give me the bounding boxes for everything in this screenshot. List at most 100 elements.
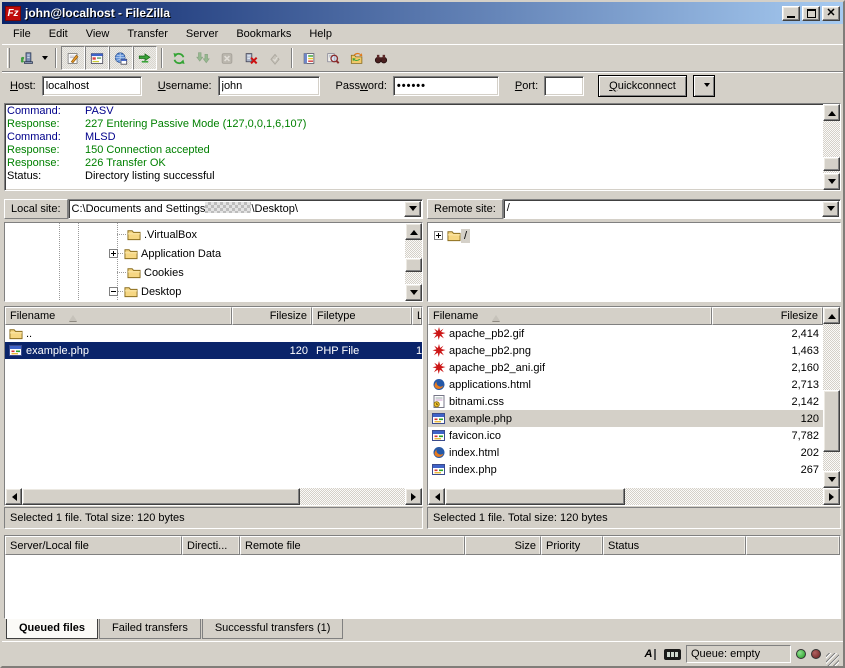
- menu-bookmarks[interactable]: Bookmarks: [227, 26, 300, 42]
- scrollbar-left-button[interactable]: [5, 488, 22, 505]
- tree-item-application-data[interactable]: Application Data: [109, 244, 224, 263]
- directory-comparison-button[interactable]: [321, 46, 345, 70]
- site-manager-button[interactable]: [14, 46, 38, 70]
- file-row[interactable]: bitnami.css 2,142: [428, 393, 823, 410]
- filezilla-window: Fz john@localhost - FileZilla ✕ File Edi…: [0, 0, 845, 668]
- menu-file[interactable]: File: [4, 26, 40, 42]
- expand-plus-icon[interactable]: [109, 249, 118, 258]
- directory-listing-filters-button[interactable]: [297, 46, 321, 70]
- scrollbar-track[interactable]: [445, 488, 823, 505]
- tree-item-virtualbox[interactable]: .VirtualBox: [117, 225, 200, 244]
- column-header-server-local-file[interactable]: Server/Local file: [5, 536, 182, 555]
- scrollbar-up-button[interactable]: [405, 223, 422, 240]
- scrollbar-thumb[interactable]: [445, 488, 625, 505]
- scrollbar-right-button[interactable]: [823, 488, 840, 505]
- toggle-local-tree-button[interactable]: [85, 46, 109, 70]
- column-header-filename[interactable]: Filename: [428, 307, 712, 325]
- tab-successful-transfers[interactable]: Successful transfers (1): [202, 619, 344, 639]
- toggle-message-log-button[interactable]: [61, 46, 85, 70]
- scrollbar-up-button[interactable]: [823, 307, 840, 324]
- tree-item-desktop[interactable]: Desktop: [109, 282, 184, 301]
- collapse-minus-icon[interactable]: [109, 287, 118, 296]
- file-row-updir[interactable]: ..: [5, 325, 422, 342]
- scrollbar-thumb[interactable]: [405, 258, 422, 272]
- toggle-remote-tree-button[interactable]: [109, 46, 133, 70]
- resize-grip[interactable]: [826, 653, 839, 666]
- quickconnect-button[interactable]: Quickconnect: [598, 75, 687, 97]
- reconnect-button[interactable]: [263, 46, 287, 70]
- scrollbar-track[interactable]: [823, 324, 840, 471]
- local-horizontal-scrollbar[interactable]: [5, 488, 422, 505]
- column-header-priority[interactable]: Priority: [541, 536, 603, 555]
- file-row-example-php[interactable]: example.php 120: [428, 410, 823, 427]
- remote-site-combobox[interactable]: /: [503, 199, 841, 219]
- tab-failed-transfers[interactable]: Failed transfers: [99, 619, 201, 639]
- column-header-lastmodified[interactable]: L: [412, 307, 422, 325]
- column-header-filetype[interactable]: Filetype: [312, 307, 412, 325]
- scrollbar-track[interactable]: [22, 488, 405, 505]
- scrollbar-down-button[interactable]: [405, 284, 422, 301]
- quickconnect-dropdown[interactable]: [693, 75, 715, 97]
- scrollbar-track[interactable]: [823, 121, 840, 173]
- column-header-status[interactable]: Status: [603, 536, 746, 555]
- password-input[interactable]: [393, 76, 499, 96]
- tab-queued-files[interactable]: Queued files: [6, 619, 98, 639]
- local-tree-scrollbar[interactable]: [405, 223, 422, 301]
- menu-help[interactable]: Help: [300, 26, 341, 42]
- file-row[interactable]: favicon.ico 7,782: [428, 427, 823, 444]
- menu-server[interactable]: Server: [177, 26, 227, 42]
- scrollbar-track[interactable]: [405, 240, 422, 284]
- close-button[interactable]: ✕: [822, 6, 840, 21]
- scrollbar-thumb[interactable]: [22, 488, 300, 505]
- scrollbar-left-button[interactable]: [428, 488, 445, 505]
- scrollbar-thumb[interactable]: [823, 157, 840, 171]
- local-site-path[interactable]: C:\Documents and Settings\Desktop\: [69, 200, 403, 218]
- file-row[interactable]: apache_pb2.gif 2,414: [428, 325, 823, 342]
- disconnect-icon: [244, 52, 258, 65]
- scrollbar-up-button[interactable]: [823, 104, 840, 121]
- column-header-remote-file[interactable]: Remote file: [240, 536, 465, 555]
- scrollbar-thumb[interactable]: [823, 390, 840, 452]
- maximize-button[interactable]: [802, 6, 820, 21]
- tree-item-root[interactable]: /: [434, 226, 470, 245]
- column-header-filesize[interactable]: Filesize: [232, 307, 312, 325]
- file-row-example-php[interactable]: example.php 120 PHP File 1: [5, 342, 422, 359]
- log-scrollbar[interactable]: [823, 104, 840, 190]
- process-queue-button[interactable]: [191, 46, 215, 70]
- find-files-button[interactable]: [369, 46, 393, 70]
- remote-horizontal-scrollbar[interactable]: [428, 488, 840, 505]
- refresh-button[interactable]: [167, 46, 191, 70]
- file-row[interactable]: apache_pb2.png 1,463: [428, 342, 823, 359]
- local-tree: .VirtualBox Application Data Cookies: [4, 222, 423, 302]
- file-row[interactable]: apache_pb2_ani.gif 2,160: [428, 359, 823, 376]
- scrollbar-down-button[interactable]: [823, 471, 840, 488]
- combobox-dropdown-button[interactable]: [822, 201, 839, 217]
- toggle-transfer-queue-button[interactable]: [133, 46, 157, 70]
- host-input[interactable]: [42, 76, 142, 96]
- tree-item-cookies[interactable]: Cookies: [117, 263, 187, 282]
- column-header-filesize[interactable]: Filesize: [712, 307, 823, 325]
- menu-edit[interactable]: Edit: [40, 26, 77, 42]
- username-input[interactable]: [218, 76, 320, 96]
- remote-list-scrollbar[interactable]: [823, 307, 840, 488]
- file-row[interactable]: index.php 267: [428, 461, 823, 478]
- menu-view[interactable]: View: [77, 26, 119, 42]
- scrollbar-down-button[interactable]: [823, 173, 840, 190]
- menu-transfer[interactable]: Transfer: [118, 26, 177, 42]
- synchronized-browsing-button[interactable]: [345, 46, 369, 70]
- site-manager-dropdown[interactable]: [38, 47, 51, 69]
- disconnect-button[interactable]: [239, 46, 263, 70]
- column-header-direction[interactable]: Directi...: [182, 536, 240, 555]
- column-header-filename[interactable]: Filename: [5, 307, 232, 325]
- port-input[interactable]: [544, 76, 584, 96]
- cancel-button[interactable]: [215, 46, 239, 70]
- combobox-dropdown-button[interactable]: [404, 201, 421, 217]
- file-row[interactable]: applications.html 2,713: [428, 376, 823, 393]
- expand-plus-icon[interactable]: [434, 231, 443, 240]
- remote-site-path[interactable]: /: [504, 200, 821, 218]
- minimize-button[interactable]: [782, 6, 800, 21]
- local-site-combobox[interactable]: C:\Documents and Settings\Desktop\: [68, 199, 423, 219]
- column-header-size[interactable]: Size: [465, 536, 541, 555]
- file-row[interactable]: index.html 202: [428, 444, 823, 461]
- scrollbar-right-button[interactable]: [405, 488, 422, 505]
